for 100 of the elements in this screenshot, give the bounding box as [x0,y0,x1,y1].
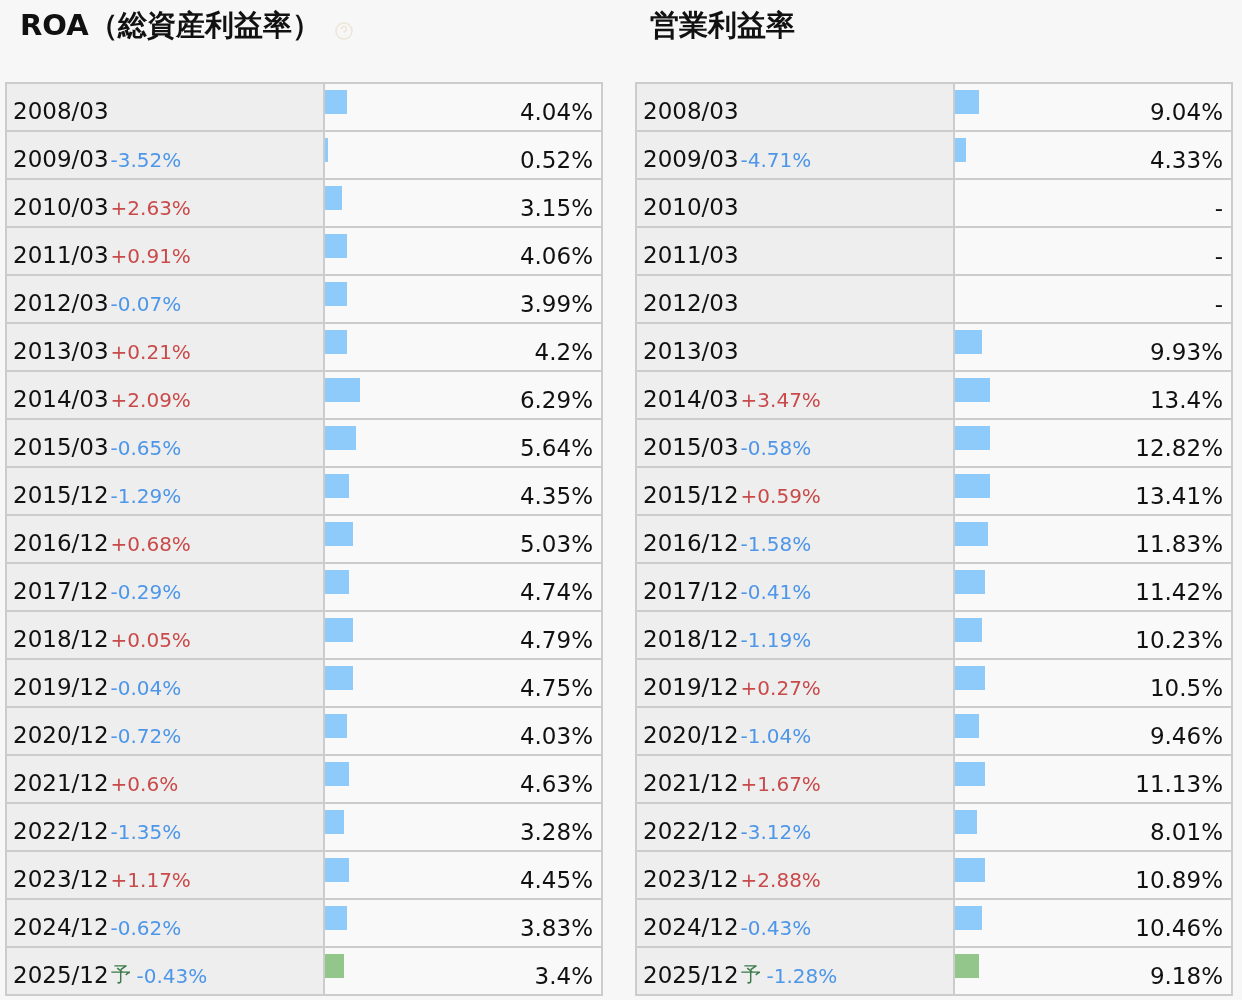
period-label: 2010/03 [643,194,739,220]
change-label: -0.43% [740,916,812,940]
period-label: 2017/12 [13,578,109,604]
change-label: -0.29% [110,580,182,604]
period-label: 2019/12 [643,674,739,700]
change-label: -0.62% [110,916,182,940]
value-label: - [1214,195,1223,221]
period-label: 2009/03 [643,146,739,172]
value-label: 9.93% [1149,339,1223,365]
value-label: 12.82% [1135,435,1223,461]
change-label: +0.05% [110,628,191,652]
change-label: +0.59% [740,484,821,508]
value-label: 4.2% [534,339,593,365]
change-label: +3.47% [740,388,821,412]
period-label: 2015/03 [13,434,109,460]
help-icon[interactable] [334,22,353,40]
value-label: 8.01% [1149,819,1223,845]
period-label: 2018/12 [643,626,739,652]
period-label: 2016/12 [643,530,739,556]
value-label: 9.18% [1149,963,1223,989]
change-label: +2.09% [110,388,191,412]
change-label: -0.41% [740,580,812,604]
change-label: +2.63% [110,196,191,220]
value-label: - [1214,291,1223,317]
change-label: -0.43% [136,964,208,988]
period-label: 2019/12 [13,674,109,700]
period-label: 2009/03 [13,146,109,172]
value-label: 3.15% [519,195,593,221]
value-label: 4.35% [519,483,593,509]
period-label: 2014/03 [13,386,109,412]
period-label: 2015/12 [13,482,109,508]
section-title: ROA（総資産利益率） [20,7,321,44]
forecast-mark: 予 [740,961,761,988]
change-label: -0.58% [740,436,812,460]
value-label: 3.28% [519,819,593,845]
value-label: - [1214,243,1223,269]
change-label: -1.19% [740,628,812,652]
change-label: -4.71% [740,148,812,172]
period-label: 2015/12 [643,482,739,508]
change-label: -0.72% [110,724,182,748]
period-label: 2008/03 [643,98,739,124]
period-label: 2012/03 [13,290,109,316]
change-label: +0.68% [110,532,191,556]
forecast-mark: 予 [110,961,131,988]
period-label: 2024/12 [643,914,739,940]
change-label: -1.58% [740,532,812,556]
value-label: 9.46% [1149,723,1223,749]
change-label: -1.35% [110,820,182,844]
period-label: 2023/12 [643,866,739,892]
change-label: +1.17% [110,868,191,892]
section-title: 営業利益率 [650,7,795,44]
value-label: 10.23% [1135,627,1223,653]
value-label: 0.52% [519,147,593,173]
period-label: 2025/12 [13,962,109,988]
value-label: 11.13% [1135,771,1223,797]
change-label: +2.88% [740,868,821,892]
value-label: 5.03% [519,531,593,557]
change-label: -3.12% [740,820,812,844]
period-label: 2022/12 [643,818,739,844]
change-label: +0.91% [110,244,191,268]
period-label: 2014/03 [643,386,739,412]
value-label: 9.04% [1149,99,1223,125]
value-label: 13.41% [1135,483,1223,509]
period-label: 2018/12 [13,626,109,652]
value-label: 4.33% [1149,147,1223,173]
value-label: 4.79% [519,627,593,653]
period-label: 2012/03 [643,290,739,316]
period-label: 2025/12 [643,962,739,988]
value-label: 4.45% [519,867,593,893]
value-label: 4.75% [519,675,593,701]
change-label: -1.29% [110,484,182,508]
change-label: -0.07% [110,292,182,316]
period-label: 2020/12 [643,722,739,748]
change-label: -1.28% [766,964,838,988]
value-label: 3.83% [519,915,593,941]
value-label: 4.74% [519,579,593,605]
change-label: -0.04% [110,676,182,700]
change-label: +1.67% [740,772,821,796]
period-label: 2015/03 [643,434,739,460]
period-label: 2008/03 [13,98,109,124]
period-label: 2020/12 [13,722,109,748]
value-label: 4.03% [519,723,593,749]
value-label: 4.04% [519,99,593,125]
change-label: +0.6% [110,772,179,796]
value-label: 5.64% [519,435,593,461]
period-label: 2021/12 [643,770,739,796]
period-label: 2013/03 [643,338,739,364]
value-label: 4.06% [519,243,593,269]
change-label: +0.21% [110,340,191,364]
period-label: 2024/12 [13,914,109,940]
value-label: 3.4% [534,963,593,989]
value-label: 11.42% [1135,579,1223,605]
value-label: 10.89% [1135,867,1223,893]
change-label: +0.27% [740,676,821,700]
period-label: 2011/03 [643,242,739,268]
value-label: 4.63% [519,771,593,797]
period-label: 2013/03 [13,338,109,364]
period-label: 2021/12 [13,770,109,796]
value-label: 3.99% [519,291,593,317]
period-label: 2022/12 [13,818,109,844]
